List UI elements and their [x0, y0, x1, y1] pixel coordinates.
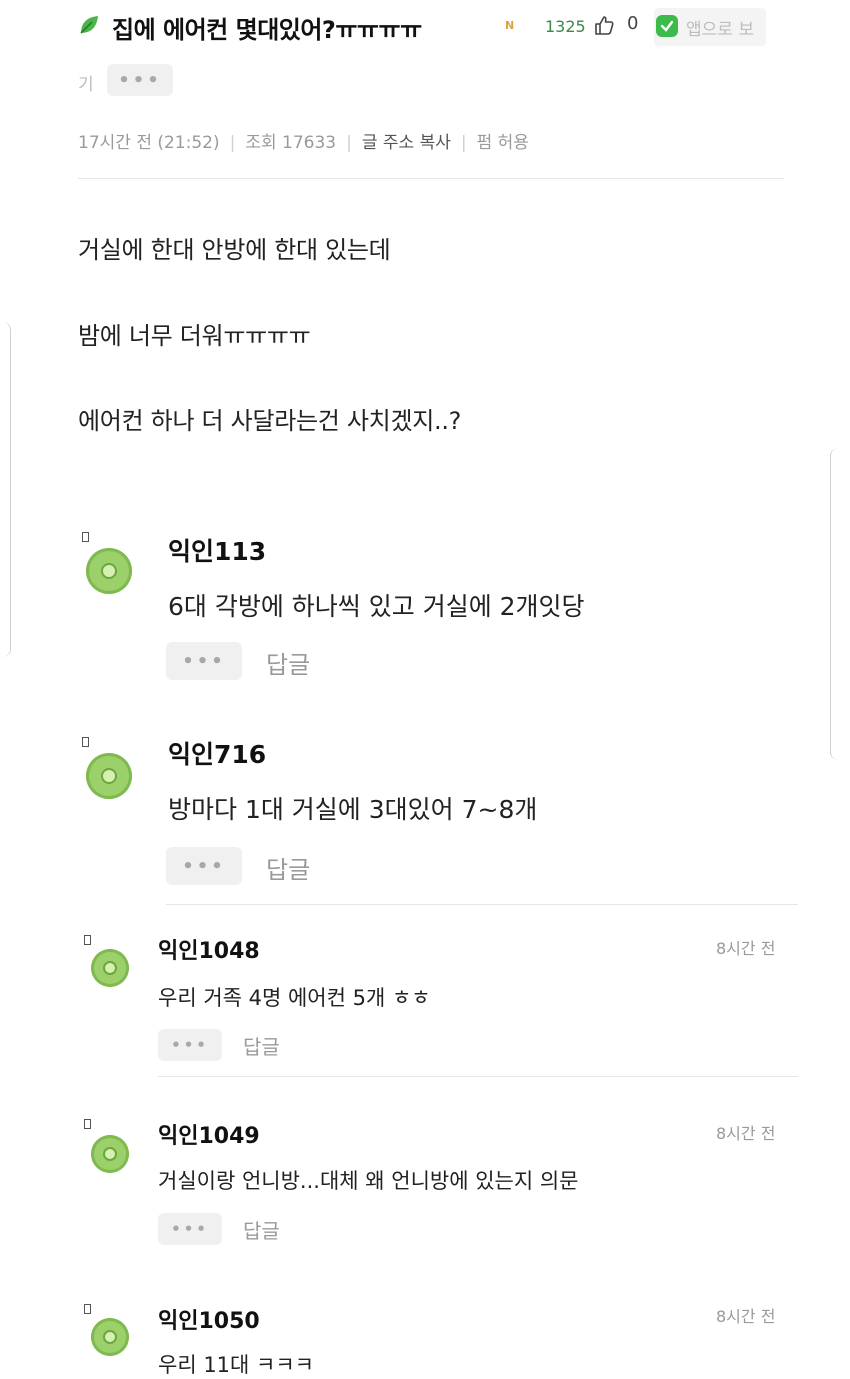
comment-nick: 익인1050 [158, 1309, 260, 1334]
scroll-edge-left [0, 322, 11, 657]
post-views: 조회 17633 [245, 133, 337, 153]
comment-text: 거실이랑 언니방...대체 왜 언니방에 있는지 의문 [158, 1169, 579, 1193]
post-time: 17시간 전 (21:52) [78, 133, 220, 153]
avatar [91, 1318, 129, 1356]
comment-marker-icon [82, 737, 89, 747]
comment-marker-icon [84, 1304, 91, 1314]
comment-marker-icon [84, 1119, 91, 1129]
app-check-icon [656, 15, 678, 37]
comment-nick: 익인1048 [158, 939, 260, 964]
post-body-line: 에어컨 하나 더 사달라는건 사치겠지..? [78, 407, 462, 435]
comment-marker-icon [82, 532, 89, 542]
avatar [91, 949, 129, 987]
meta-separator: | [229, 133, 236, 153]
new-badge: N [505, 19, 515, 32]
comment-time: 8시간 전 [716, 1124, 776, 1143]
leaf-icon [78, 14, 100, 36]
app-open-label-cont[interactable]: 기 [78, 70, 94, 95]
comment-more-button[interactable]: ••• [166, 642, 242, 680]
comment-nick: 익인113 [168, 537, 267, 566]
view-count-short: 1325 [545, 17, 586, 36]
post-title: 집에 에어컨 몇대있어?ㅠㅠㅠㅠ [112, 16, 422, 44]
comment-more-button[interactable]: ••• [166, 847, 242, 885]
comment-text: 6대 각방에 하나씩 있고 거실에 2개잇당 [168, 592, 585, 621]
comment-time: 8시간 전 [716, 939, 776, 958]
avatar [86, 753, 132, 799]
reply-button[interactable]: 답글 [243, 1215, 280, 1244]
copy-link-button[interactable]: 글 주소 복사 [362, 133, 451, 153]
comment-more-button[interactable]: ••• [158, 1213, 222, 1245]
avatar [86, 548, 132, 594]
reply-button[interactable]: 답글 [243, 1031, 280, 1060]
comment-more-button[interactable]: ••• [158, 1029, 222, 1061]
post-more-button[interactable]: ••• [107, 64, 173, 96]
reply-button[interactable]: 답글 [266, 850, 310, 885]
comment-divider [158, 1076, 798, 1077]
meta-separator: | [460, 133, 467, 153]
like-count: 0 [627, 13, 639, 34]
reply-button[interactable]: 답글 [266, 645, 310, 680]
post-body-line: 거실에 한대 안방에 한대 있는데 [78, 236, 391, 264]
comment-text: 방마다 1대 거실에 3대있어 7~8개 [168, 795, 538, 824]
comment-time: 8시간 전 [716, 1307, 776, 1326]
comment-nick: 익인716 [168, 740, 267, 769]
comment-nick: 익인1049 [158, 1124, 260, 1149]
scroll-edge-right [830, 448, 841, 760]
thumbs-up-icon[interactable] [593, 14, 615, 36]
post-body-line: 밤에 너무 더워ㅠㅠㅠㅠ [78, 322, 311, 350]
meta-separator: | [346, 133, 352, 153]
post-meta: 17시간 전 (21:52) | 조회 17633 | 글 주소 복사 | 펌 허용 [78, 128, 529, 153]
app-open-label[interactable]: 앱으로 보 [686, 15, 754, 40]
avatar [91, 1135, 129, 1173]
comment-marker-icon [84, 935, 91, 945]
comment-text: 우리 거족 4명 에어컨 5개 ㅎㅎ [158, 986, 431, 1010]
header-divider [78, 178, 784, 179]
permission-label: 펌 허용 [476, 133, 529, 153]
comment-divider [166, 904, 798, 905]
